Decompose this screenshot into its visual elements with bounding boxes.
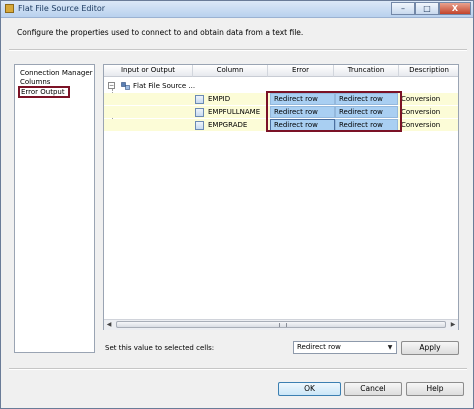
column-name: EMPID: [208, 95, 231, 103]
description-cell: Conversion: [401, 121, 441, 129]
minimize-button[interactable]: –: [391, 2, 415, 15]
column-icon: [195, 121, 204, 130]
column-icon: [195, 95, 204, 104]
header-column[interactable]: Column: [193, 65, 268, 77]
scroll-right-icon[interactable]: ▶: [448, 320, 458, 330]
nav-item-connection-manager[interactable]: Connection Manager: [20, 69, 93, 77]
close-button[interactable]: X: [439, 2, 471, 15]
chevron-down-icon[interactable]: ▼: [385, 343, 395, 352]
header-description[interactable]: Description: [399, 65, 458, 77]
title-bar[interactable]: Flat File Source Editor – □ X: [1, 1, 473, 18]
column-name: EMPGRADE: [208, 121, 248, 129]
scroll-thumb[interactable]: [116, 321, 446, 328]
nav-item-columns[interactable]: Columns: [20, 78, 50, 86]
nav-list: Connection Manager Columns Error Output: [14, 64, 95, 353]
help-button[interactable]: Help: [406, 382, 464, 396]
cancel-button[interactable]: Cancel: [344, 382, 402, 396]
header-error[interactable]: Error: [268, 65, 334, 77]
scroll-left-icon[interactable]: ◀: [104, 320, 114, 330]
header-input-or-output[interactable]: Input or Output: [104, 65, 193, 77]
horizontal-scrollbar[interactable]: ◀ ▶: [104, 319, 458, 330]
maximize-button[interactable]: □: [415, 2, 439, 15]
page-description: Configure the properties used to connect…: [17, 28, 304, 37]
apply-button[interactable]: Apply: [401, 341, 459, 355]
nav-item-error-output[interactable]: Error Output: [18, 86, 70, 98]
set-value-label: Set this value to selected cells:: [105, 344, 215, 352]
description-cell: Conversion: [401, 108, 441, 116]
column-icon: [195, 108, 204, 117]
app-icon: [5, 4, 14, 13]
source-node-label[interactable]: Flat File Source ...: [133, 82, 195, 90]
bottom-divider: [9, 368, 467, 370]
selected-cells-highlight: [266, 91, 402, 132]
ok-button[interactable]: OK: [278, 382, 341, 396]
header-truncation[interactable]: Truncation: [334, 65, 399, 77]
flat-file-source-editor-window: Flat File Source Editor – □ X Configure …: [0, 0, 474, 409]
description-cell: Conversion: [401, 95, 441, 103]
collapse-toggle-icon[interactable]: −: [108, 82, 115, 89]
window-title: Flat File Source Editor: [18, 4, 106, 13]
column-name: EMPFULLNAME: [208, 108, 261, 116]
grip-icon: [279, 323, 287, 327]
flat-file-source-icon: [121, 82, 130, 90]
set-value-select[interactable]: Redirect row ▼: [293, 341, 397, 354]
top-divider: [9, 49, 467, 51]
set-value-selected: Redirect row: [297, 343, 341, 351]
